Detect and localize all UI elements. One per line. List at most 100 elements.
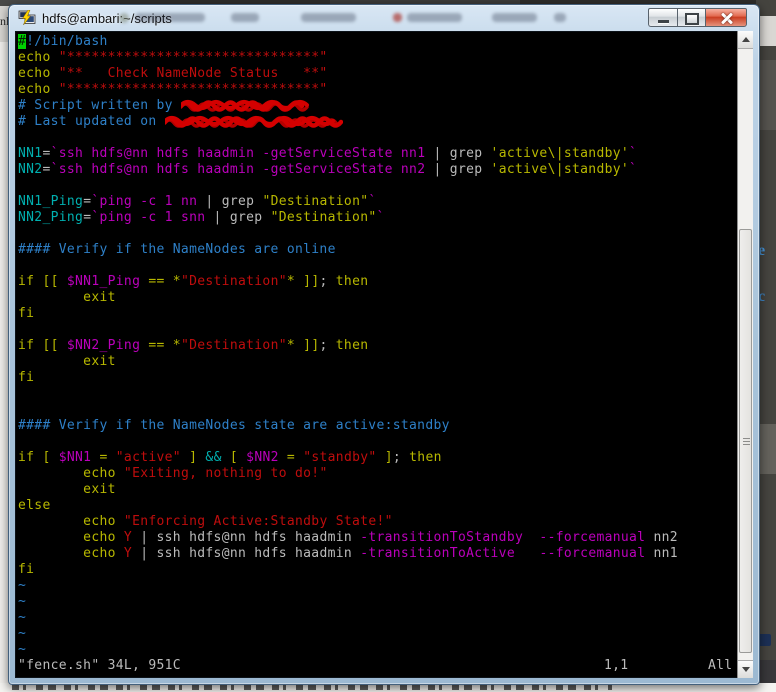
code-token: "Exiting, nothing to do!" (123, 466, 328, 481)
terminal-row (18, 130, 737, 146)
code-token: if [ (18, 450, 59, 465)
vim-scroll-position: All (708, 658, 733, 673)
terminal-row: ~ (18, 610, 737, 626)
arrow-up-icon (742, 37, 750, 42)
vim-ruler: 1,1 (604, 658, 629, 673)
code-token: ~ (18, 626, 27, 641)
code-token: $NN1_Ping (66, 274, 141, 289)
code-token: | grep (197, 194, 263, 209)
code-token: fi (18, 370, 35, 385)
code-token: fi (18, 562, 35, 577)
code-token: -transitionToStandby (360, 530, 524, 545)
code-token: "Destination" (180, 274, 287, 289)
code-token: #### Verify if the NameNodes are online (18, 242, 336, 257)
terminal-row: fi (18, 562, 737, 578)
code-token: #### Verify if the NameNodes state are a… (18, 418, 450, 433)
code-token: ] (376, 450, 393, 465)
scrollbar-up-button[interactable] (738, 31, 753, 49)
code-token: nn1 (645, 546, 678, 561)
terminal-row: if [[ $NN2_Ping == *"Destination"* ]]; t… (18, 338, 737, 354)
terminal-row: exit (18, 354, 737, 370)
terminal-row: #### Verify if the NameNodes are online (18, 242, 737, 258)
arrow-down-icon (742, 667, 750, 672)
code-token: ; (319, 338, 328, 353)
code-token: * ]] (286, 338, 320, 353)
glass-blur-smudge (407, 13, 462, 22)
code-token: "*******************************" (58, 82, 328, 97)
code-token: [ (221, 450, 247, 465)
code-token: --forcemanual (539, 546, 646, 561)
scrollbar-down-button[interactable] (738, 660, 753, 678)
code-token: NN2_Ping (18, 210, 84, 225)
terminal-row: NN1=`ssh hdfs@nn hdfs haadmin -getServic… (18, 146, 737, 162)
terminal-row (18, 386, 737, 402)
code-token: --forcemanual (539, 530, 646, 545)
code-token: Y (123, 530, 133, 545)
code-token: ~ (18, 610, 27, 625)
glass-blur-smudge (492, 13, 537, 22)
code-token: then (327, 274, 369, 289)
scrollbar-thumb[interactable] (739, 229, 752, 653)
code-token: "** Check NameNode Status **" (58, 66, 328, 81)
scrollbar[interactable] (737, 31, 753, 678)
code-token: * ]] (286, 274, 320, 289)
terminal-row: #!/bin/bash (18, 34, 737, 50)
terminal[interactable]: #!/bin/bash echo "***********************… (15, 31, 753, 678)
terminal-row: NN2=`ssh hdfs@nn hdfs haadmin -getServic… (18, 162, 737, 178)
terminal-row: else (18, 498, 737, 514)
code-token: ; (319, 274, 328, 289)
code-token: 'active\|standby' (490, 146, 630, 161)
code-token: NN1 (18, 146, 43, 161)
code-token: ` (368, 194, 377, 209)
terminal-row (18, 258, 737, 274)
terminal-row: echo "** Check NameNode Status **" (18, 66, 737, 82)
code-token: = (91, 450, 116, 465)
terminal-row (18, 402, 737, 418)
code-token: ` (629, 162, 638, 177)
code-token: NN1_Ping (18, 194, 84, 209)
code-token: exit (18, 354, 116, 369)
titlebar[interactable]: hdfs@ambari:~/scripts (9, 5, 759, 31)
glass-blur-smudge (135, 13, 205, 22)
terminal-row: ~ (18, 594, 737, 610)
putty-window: hdfs@ambari:~/scripts #!/bin/bash echo "*… (8, 4, 760, 685)
code-token: -transitionToActive (360, 546, 515, 561)
maximize-icon (684, 13, 699, 25)
code-token: if [[ (18, 274, 67, 289)
close-button[interactable] (705, 8, 747, 27)
terminal-row (18, 434, 737, 450)
code-token: echo (18, 466, 124, 481)
code-token: `ssh hdfs@nn hdfs haadmin -getServiceSta… (50, 162, 426, 177)
code-token: `ssh hdfs@nn hdfs haadmin -getServiceSta… (50, 146, 426, 161)
maximize-button[interactable] (677, 8, 705, 27)
code-token: | ssh hdfs@nn hdfs haadmin (132, 530, 361, 545)
code-token: "Destination" (270, 210, 377, 225)
code-token: $NN2_Ping (66, 338, 141, 353)
terminal-row: fi (18, 306, 737, 322)
terminal-row: exit (18, 290, 737, 306)
code-token: | grep (205, 210, 271, 225)
putty-icon (18, 10, 36, 26)
code-token: = (42, 162, 51, 177)
code-token: echo (18, 546, 124, 561)
code-token: = (42, 146, 51, 161)
vim-cursor: # (18, 34, 27, 49)
code-token: Y (123, 546, 133, 561)
terminal-row: ~ (18, 626, 737, 642)
code-token: "standby" (303, 450, 377, 465)
code-token: 'active\|standby' (490, 162, 630, 177)
code-token: # Script written by (18, 98, 181, 113)
terminal-row: if [[ $NN1_Ping == *"Destination"* ]]; t… (18, 274, 737, 290)
file-info: "fence.sh" 34L, 951C (18, 658, 181, 673)
terminal-row: echo Y | ssh hdfs@nn hdfs haadmin -trans… (18, 530, 737, 546)
code-token: $NN1 (58, 450, 92, 465)
code-token: !/bin/bash (26, 34, 108, 49)
terminal-row: NN1_Ping=`ping -c 1 nn | grep "Destinati… (18, 194, 737, 210)
terminal-row: # Last updated on (18, 114, 737, 130)
terminal-row: NN2_Ping=`ping -c 1 snn | grep "Destinat… (18, 210, 737, 226)
terminal-row: fi (18, 370, 737, 386)
minimize-icon (657, 20, 669, 23)
minimize-button[interactable] (648, 8, 677, 27)
code-token: == * (140, 274, 181, 289)
